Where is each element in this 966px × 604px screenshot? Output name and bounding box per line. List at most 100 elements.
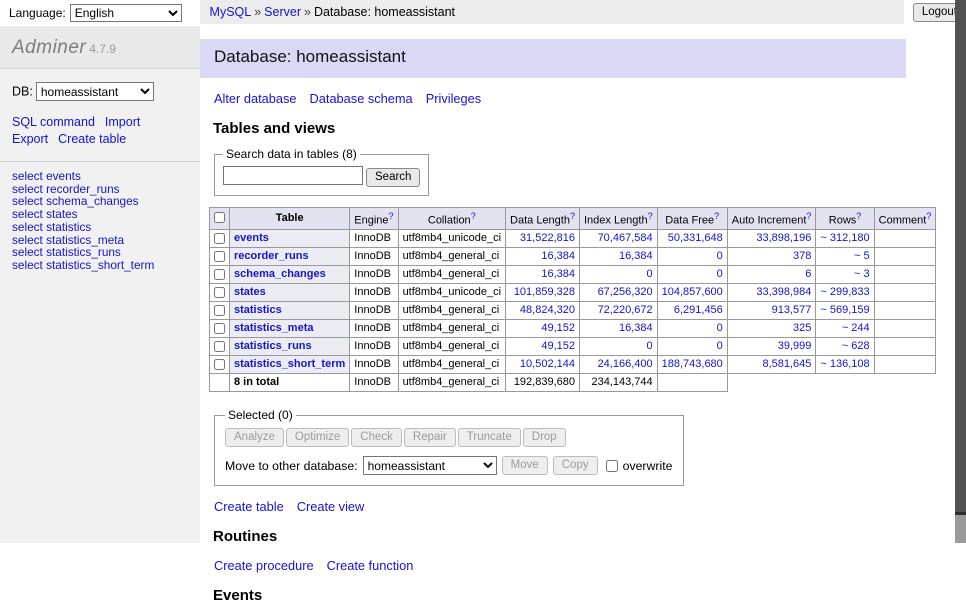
create-table-link[interactable]: Create table	[58, 132, 126, 146]
data-length-link[interactable]: 16,384	[541, 268, 575, 280]
data-free-link[interactable]: 6,291,456	[674, 304, 723, 316]
create-table-link-main[interactable]: Create table	[214, 499, 284, 514]
data-free-cell: 188,743,680	[657, 356, 727, 374]
search-button[interactable]: Search	[366, 168, 420, 187]
rows-link[interactable]: ~ 244	[842, 322, 870, 334]
help-link[interactable]: ?	[471, 211, 476, 221]
scrollbar[interactable]	[955, 0, 966, 543]
table-name-link[interactable]: statistics	[234, 304, 282, 316]
index-length-link[interactable]: 0	[647, 268, 653, 280]
breadcrumb-mysql-link[interactable]: MySQL	[210, 5, 252, 19]
repair-button[interactable]: Repair	[404, 428, 456, 447]
privileges-link[interactable]: Privileges	[426, 91, 481, 106]
sidebar-item-statistics[interactable]: select statistics	[12, 221, 188, 234]
data-length-link[interactable]: 16,384	[541, 250, 575, 262]
table-name-link[interactable]: schema_changes	[234, 268, 326, 280]
scrollbar-thumb[interactable]	[955, 0, 966, 515]
data-free-link[interactable]: 0	[717, 250, 723, 262]
language-select[interactable]: English	[70, 4, 182, 22]
rows-link[interactable]: ~ 5	[854, 250, 870, 262]
index-length-link[interactable]: 0	[647, 340, 653, 352]
data-length-link[interactable]: 10,502,144	[520, 358, 575, 370]
index-length-link[interactable]: 72,220,672	[598, 304, 653, 316]
data-free-link[interactable]: 0	[717, 322, 723, 334]
sql-command-link[interactable]: SQL command	[12, 115, 95, 129]
index-length-link[interactable]: 70,467,584	[598, 232, 653, 244]
row-checkbox[interactable]	[214, 269, 225, 280]
import-link[interactable]: Import	[105, 115, 140, 129]
database-schema-link[interactable]: Database schema	[310, 91, 413, 106]
sidebar-item-statistics-short-term[interactable]: select statistics_short_term	[12, 259, 188, 272]
help-link[interactable]: ?	[648, 211, 653, 221]
auto-increment-link[interactable]: 8,581,645	[762, 358, 811, 370]
optimize-button[interactable]: Optimize	[286, 428, 349, 447]
data-free-link[interactable]: 104,857,600	[662, 286, 723, 298]
help-link[interactable]: ?	[714, 211, 719, 221]
help-link[interactable]: ?	[806, 211, 811, 221]
alter-database-link[interactable]: Alter database	[214, 91, 297, 106]
table-name-link[interactable]: statistics_runs	[234, 340, 312, 352]
rows-link[interactable]: ~ 569,159	[820, 304, 869, 316]
row-checkbox[interactable]	[214, 287, 225, 298]
search-input[interactable]	[223, 166, 363, 185]
rows-link[interactable]: ~ 3	[854, 268, 870, 280]
rows-link[interactable]: ~ 299,833	[820, 286, 869, 298]
auto-increment-link[interactable]: 325	[793, 322, 811, 334]
data-length-link[interactable]: 48,824,320	[520, 304, 575, 316]
move-db-select[interactable]: homeassistant	[363, 456, 497, 475]
help-link[interactable]: ?	[926, 211, 931, 221]
select-all-checkbox[interactable]	[214, 212, 225, 223]
create-procedure-link[interactable]: Create procedure	[214, 558, 314, 573]
truncate-button[interactable]: Truncate	[458, 428, 521, 447]
table-name-link[interactable]: events	[234, 232, 269, 244]
auto-increment-link[interactable]: 913,577	[772, 304, 812, 316]
help-link[interactable]: ?	[570, 211, 575, 221]
rows-link[interactable]: ~ 136,108	[820, 358, 869, 370]
row-checkbox[interactable]	[214, 359, 225, 370]
auto-increment-link[interactable]: 6	[805, 268, 811, 280]
table-name-link[interactable]: statistics_short_term	[234, 358, 345, 370]
index-length-link[interactable]: 16,384	[619, 250, 653, 262]
db-select[interactable]: homeassistant	[36, 82, 154, 101]
copy-button[interactable]: Copy	[553, 456, 598, 475]
data-length-link[interactable]: 49,152	[541, 340, 575, 352]
rows-link[interactable]: ~ 628	[842, 340, 870, 352]
rows-link[interactable]: ~ 312,180	[820, 232, 869, 244]
sidebar-item-events[interactable]: select events	[12, 170, 188, 183]
auto-increment-link[interactable]: 33,398,984	[756, 286, 811, 298]
data-length-link[interactable]: 31,522,816	[520, 232, 575, 244]
data-length-link[interactable]: 49,152	[541, 322, 575, 334]
export-link[interactable]: Export	[12, 132, 48, 146]
row-checkbox[interactable]	[214, 341, 225, 352]
help-link[interactable]: ?	[389, 211, 394, 221]
overwrite-checkbox[interactable]	[606, 460, 618, 472]
data-length-link[interactable]: 101,859,328	[514, 286, 575, 298]
create-function-link[interactable]: Create function	[327, 558, 414, 573]
sidebar-item-states[interactable]: select states	[12, 208, 188, 221]
data-free-link[interactable]: 0	[717, 268, 723, 280]
index-length-link[interactable]: 67,256,320	[598, 286, 653, 298]
data-free-link[interactable]: 0	[717, 340, 723, 352]
create-view-link[interactable]: Create view	[297, 499, 365, 514]
help-link[interactable]: ?	[856, 211, 861, 221]
breadcrumb-server-link[interactable]: Server	[264, 5, 301, 19]
data-free-link[interactable]: 50,331,648	[668, 232, 723, 244]
analyze-button[interactable]: Analyze	[225, 428, 284, 447]
check-button[interactable]: Check	[351, 428, 402, 447]
data-free-cell: 104,857,600	[657, 284, 727, 302]
row-checkbox[interactable]	[214, 305, 225, 316]
row-checkbox[interactable]	[214, 323, 225, 334]
row-checkbox[interactable]	[214, 233, 225, 244]
table-name-link[interactable]: statistics_meta	[234, 322, 314, 334]
index-length-link[interactable]: 24,166,400	[598, 358, 653, 370]
drop-button[interactable]: Drop	[523, 428, 566, 447]
auto-increment-link[interactable]: 378	[793, 250, 811, 262]
auto-increment-link[interactable]: 39,999	[778, 340, 812, 352]
move-button[interactable]: Move	[502, 456, 548, 475]
auto-increment-link[interactable]: 33,898,196	[756, 232, 811, 244]
index-length-link[interactable]: 16,384	[619, 322, 653, 334]
row-checkbox[interactable]	[214, 251, 225, 262]
table-name-link[interactable]: states	[234, 286, 266, 298]
data-free-link[interactable]: 188,743,680	[662, 358, 723, 370]
table-name-link[interactable]: recorder_runs	[234, 250, 309, 262]
